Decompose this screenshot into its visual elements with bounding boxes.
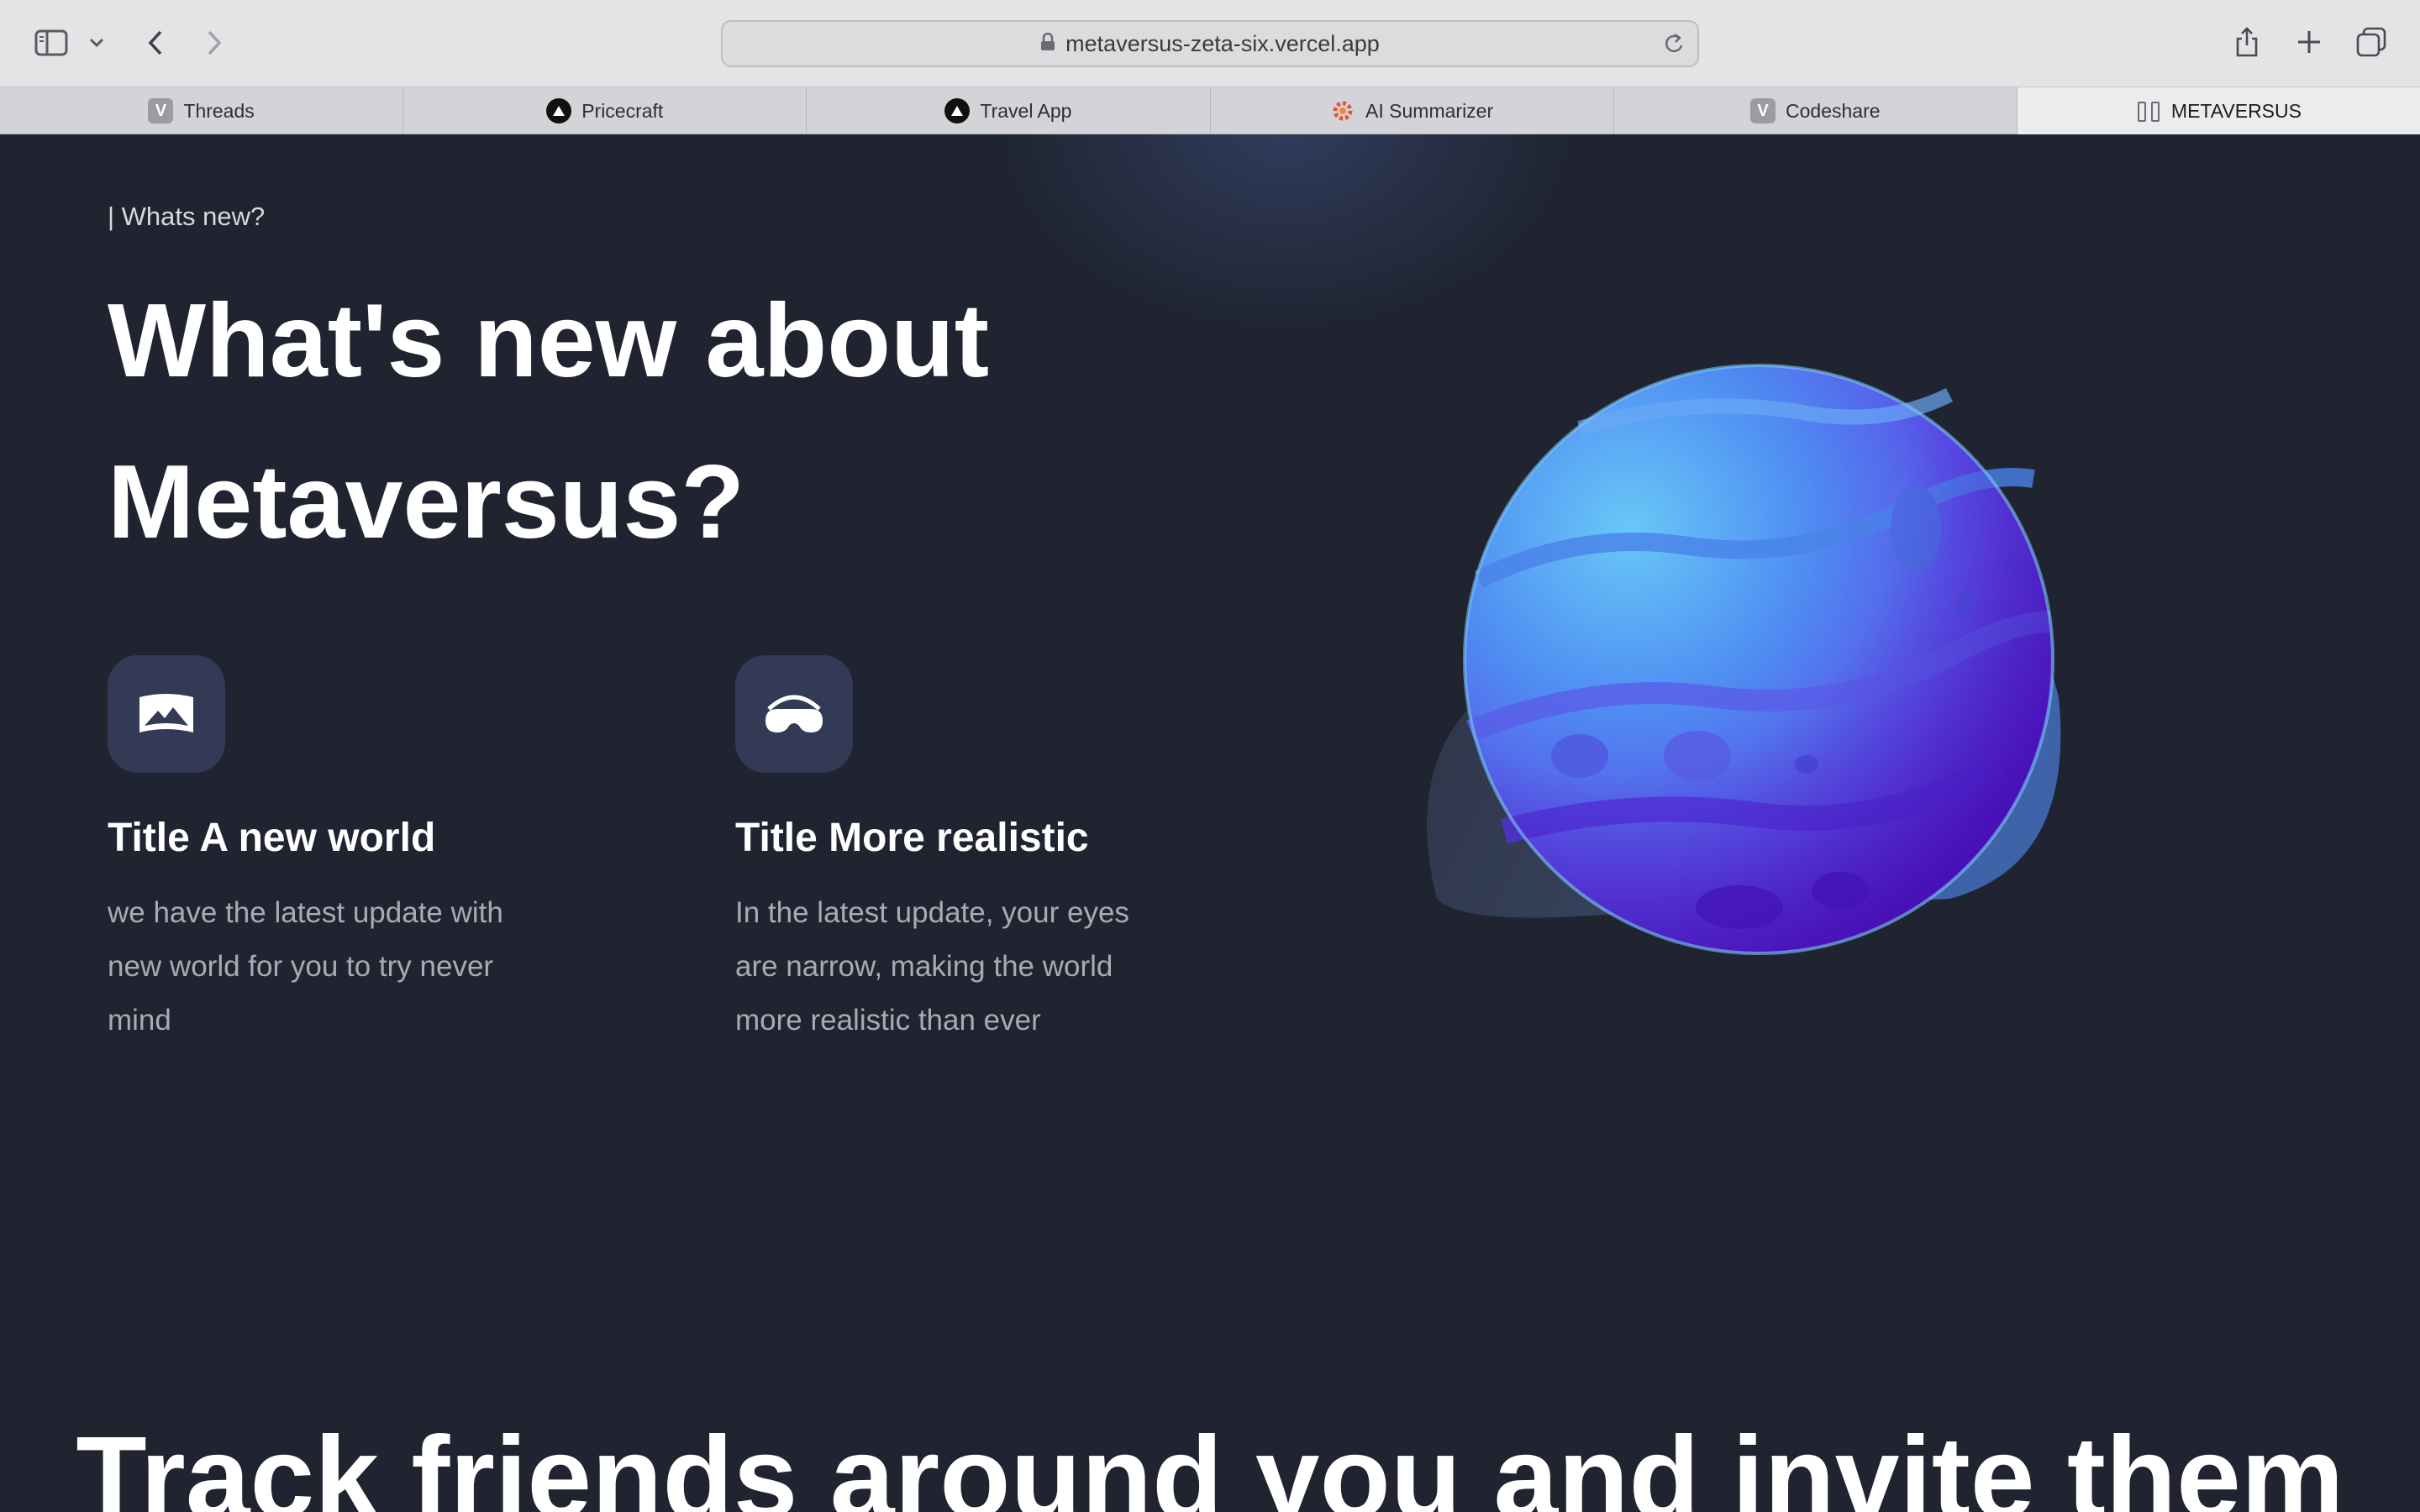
forward-icon[interactable] <box>200 25 229 60</box>
sidebar-toggle-icon[interactable] <box>32 25 71 60</box>
feature-title: Title More realistic <box>735 816 1089 860</box>
gear-icon <box>1330 98 1355 123</box>
planet-illustration <box>1412 227 2168 1067</box>
new-tab-icon[interactable] <box>2292 25 2326 59</box>
tab-ai-summarizer[interactable]: AI Summarizer <box>1211 87 1614 134</box>
triangle-icon <box>546 98 572 123</box>
tab-metaversus[interactable]: METAVERSUS <box>2017 87 2420 134</box>
v-favicon-icon: V <box>1750 98 1776 123</box>
feature-card-new-world: Title A new world we have the latest upd… <box>108 655 578 1047</box>
browser-toolbar: metaversus-zeta-six.vercel.app <box>0 0 2420 87</box>
tab-label: Codeshare <box>1786 99 1881 122</box>
landscape-icon <box>108 655 225 773</box>
metaversus-icon <box>2136 98 2161 123</box>
tab-label: Pricecraft <box>581 99 664 122</box>
url-text: metaversus-zeta-six.vercel.app <box>1065 30 1380 56</box>
vr-headset-icon <box>735 655 853 773</box>
v-favicon-icon: V <box>148 98 174 123</box>
back-icon[interactable] <box>141 25 170 60</box>
tab-label: AI Summarizer <box>1365 99 1494 122</box>
tab-threads[interactable]: V Threads <box>0 87 404 134</box>
feature-title: Title A new world <box>108 816 436 860</box>
address-bar[interactable]: metaversus-zeta-six.vercel.app <box>721 20 1699 67</box>
page-content: | Whats new? What's new about Metaversus… <box>0 134 2420 1512</box>
tab-label: METAVERSUS <box>2170 99 2302 122</box>
feature-card-more-realistic: Title More realistic In the latest updat… <box>735 655 1206 1047</box>
lock-icon <box>1040 31 1055 57</box>
headline-line-1: What's new about <box>108 283 990 399</box>
headline-line-2: Metaversus? <box>108 444 745 560</box>
tab-pricecraft[interactable]: Pricecraft <box>403 87 808 134</box>
tab-label: Threads <box>183 99 255 122</box>
feature-description: we have the latest update with new world… <box>108 896 503 1037</box>
tab-label: Travel App <box>980 99 1072 122</box>
feature-description: In the latest update, your eyes are narr… <box>735 896 1129 1037</box>
tab-codeshare[interactable]: V Codeshare <box>1614 87 2018 134</box>
tab-overview-icon[interactable] <box>2353 24 2390 60</box>
page-title: What's new about Metaversus? <box>108 260 1200 583</box>
reload-icon[interactable] <box>1664 32 1686 61</box>
section-eyebrow: | Whats new? <box>108 202 266 231</box>
chevron-down-icon[interactable] <box>87 32 106 54</box>
tab-travel-app[interactable]: Travel App <box>807 87 1211 134</box>
triangle-icon <box>944 98 971 123</box>
tab-bar: V Threads Pricecraft Travel App AI Summa… <box>0 87 2420 134</box>
section-headline-track-friends: Track friends around you and invite them <box>76 1413 2344 1512</box>
share-icon[interactable] <box>2232 22 2262 62</box>
